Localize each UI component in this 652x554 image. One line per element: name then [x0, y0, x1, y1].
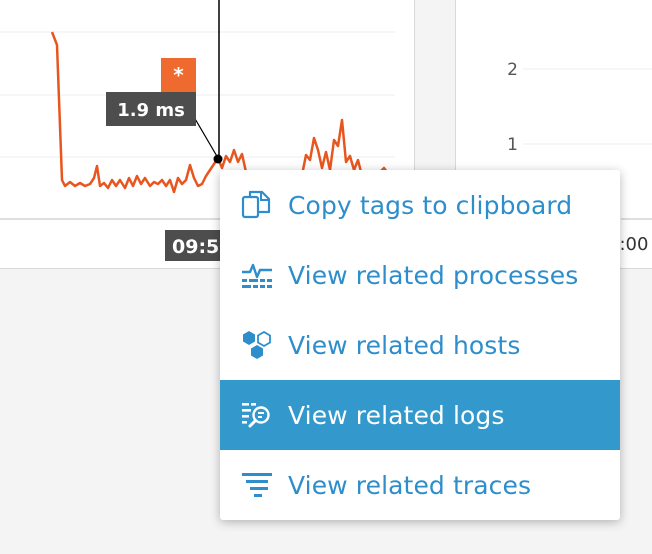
menu-item-label: Copy tags to clipboard: [288, 190, 573, 220]
event-marker-symbol: *: [173, 63, 184, 87]
view-related-hosts-menu-item[interactable]: View related hosts: [220, 310, 620, 380]
menu-item-label: View related logs: [288, 400, 505, 430]
hosts-icon: [240, 328, 274, 362]
time-tooltip-text: 09:5: [172, 236, 219, 258]
copy-tags-menu-item[interactable]: Copy tags to clipboard: [220, 170, 620, 240]
view-related-processes-menu-item[interactable]: View related processes: [220, 240, 620, 310]
menu-item-label: View related processes: [288, 260, 579, 290]
tooltip-leader-line: [193, 116, 219, 159]
y-tick-label: 1: [507, 135, 518, 155]
copy-icon: [240, 188, 274, 222]
value-tooltip-text: 1.9 ms: [117, 100, 185, 121]
context-menu: Copy tags to clipboard View related proc…: [220, 170, 620, 520]
traces-icon: [240, 468, 274, 502]
processes-icon: [240, 258, 274, 292]
y-tick-label: 2: [507, 60, 518, 80]
view-related-traces-menu-item[interactable]: View related traces: [220, 450, 620, 520]
latency-series-line: [50, 31, 391, 194]
menu-item-label: View related traces: [288, 470, 532, 500]
menu-item-label: View related hosts: [288, 330, 521, 360]
logs-icon: [240, 398, 274, 432]
hover-point: [213, 154, 223, 164]
view-related-logs-menu-item[interactable]: View related logs: [220, 380, 620, 450]
